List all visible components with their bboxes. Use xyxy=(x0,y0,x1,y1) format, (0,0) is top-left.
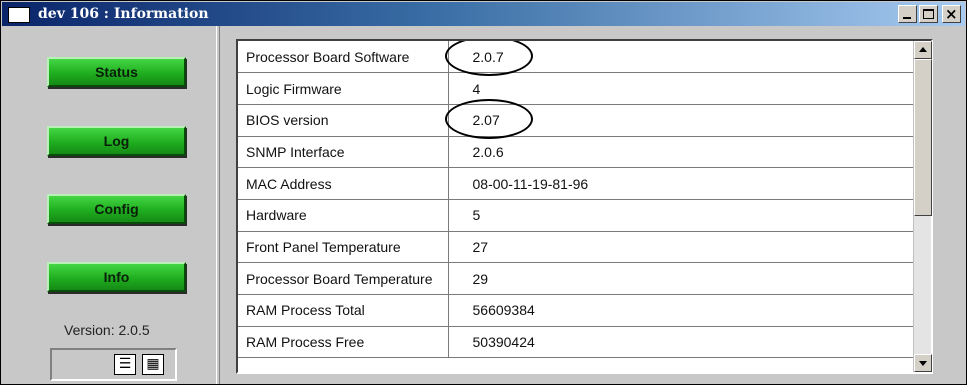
table-row: RAM Process Total 56609384 xyxy=(238,294,913,327)
row-value-cell: 5 xyxy=(448,199,913,232)
window-title: dev 106 : Information xyxy=(38,6,209,22)
table-row: SNMP Interface 2.0.6 xyxy=(238,136,913,169)
row-value: 27 xyxy=(472,238,489,255)
row-value-circled: 2.07 xyxy=(444,99,534,140)
row-value-cell: 4 xyxy=(448,72,913,105)
row-value: 08-00-11-19-81-96 xyxy=(472,175,589,192)
row-label: Hardware xyxy=(238,199,449,232)
window-controls: × xyxy=(898,5,961,23)
information-window: dev 106 : Information × Status Log Confi… xyxy=(0,0,967,385)
row-value: 2.0.6 xyxy=(472,143,504,160)
info-button[interactable]: Info xyxy=(47,262,186,292)
scroll-down-button[interactable] xyxy=(914,354,932,372)
row-value: 5 xyxy=(472,207,481,224)
table-row: MAC Address 08-00-11-19-81-96 xyxy=(238,167,913,200)
table-row: RAM Process Free 50390424 xyxy=(238,326,913,359)
row-value-cell: 08-00-11-19-81-96 xyxy=(448,167,913,200)
minimize-icon xyxy=(903,17,911,19)
row-value-cell: 56609384 xyxy=(448,294,913,327)
scroll-thumb[interactable] xyxy=(914,59,932,216)
row-value: 4 xyxy=(472,80,481,97)
row-label: RAM Process Free xyxy=(238,326,449,359)
row-value: 56609384 xyxy=(472,302,535,319)
row-label: Processor Board Temperature xyxy=(238,262,449,295)
log-button[interactable]: Log xyxy=(47,126,186,156)
close-button[interactable]: × xyxy=(942,5,961,23)
table-row: Front Panel Temperature 27 xyxy=(238,231,913,264)
row-label: MAC Address xyxy=(238,167,449,200)
close-icon: × xyxy=(945,5,958,23)
row-value-cell: 2.07 xyxy=(444,99,913,140)
list-view-icon[interactable]: ☰ xyxy=(114,354,136,375)
row-label: BIOS version xyxy=(238,104,449,137)
navigation-panel: Status Log Config Info Version: 2.0.5 ☰ … xyxy=(2,26,216,384)
row-label: Processor Board Software xyxy=(238,41,449,74)
version-label: Version: 2.0.5 xyxy=(64,322,150,338)
row-label: SNMP Interface xyxy=(238,136,449,169)
row-label: RAM Process Total xyxy=(238,294,449,327)
row-value-cell: 2.0.7 xyxy=(444,41,913,76)
arrow-down-icon xyxy=(919,361,927,366)
config-button[interactable]: Config xyxy=(47,194,186,224)
view-toggle-group: ☰ ▦ xyxy=(50,348,177,381)
row-label: Front Panel Temperature xyxy=(238,231,449,264)
grid-view-icon[interactable]: ▦ xyxy=(142,354,164,375)
row-value-cell: 27 xyxy=(448,231,913,264)
table-row: BIOS version 2.07 xyxy=(238,99,913,140)
status-button[interactable]: Status xyxy=(47,57,186,87)
information-table-frame: Processor Board Software 2.0.7 Logic Firmw… xyxy=(236,39,933,374)
row-value: 29 xyxy=(472,270,489,287)
information-table-area: Processor Board Software 2.0.7 Logic Firmw… xyxy=(238,41,913,372)
table-row: Logic Firmware 4 xyxy=(238,72,913,105)
information-table: Processor Board Software 2.0.7 Logic Firmw… xyxy=(238,41,913,359)
minimize-button[interactable] xyxy=(898,5,917,23)
scroll-up-button[interactable] xyxy=(914,41,932,59)
window-app-icon xyxy=(8,7,30,23)
row-value: 50390424 xyxy=(472,334,535,351)
row-value-cell: 2.0.6 xyxy=(448,136,913,169)
table-row: Processor Board Software 2.0.7 xyxy=(238,41,913,76)
panel-divider[interactable] xyxy=(216,26,220,384)
maximize-button[interactable] xyxy=(919,5,938,23)
arrow-up-icon xyxy=(919,47,927,52)
title-bar[interactable]: dev 106 : Information × xyxy=(2,2,965,26)
vertical-scrollbar[interactable] xyxy=(913,41,932,372)
row-value-cell: 50390424 xyxy=(448,326,913,359)
table-row: Hardware 5 xyxy=(238,199,913,232)
table-row: Processor Board Temperature 29 xyxy=(238,262,913,295)
row-label: Logic Firmware xyxy=(238,72,449,105)
row-value-circled: 2.0.7 xyxy=(444,41,533,76)
maximize-icon xyxy=(923,9,934,19)
row-value-cell: 29 xyxy=(448,262,913,295)
